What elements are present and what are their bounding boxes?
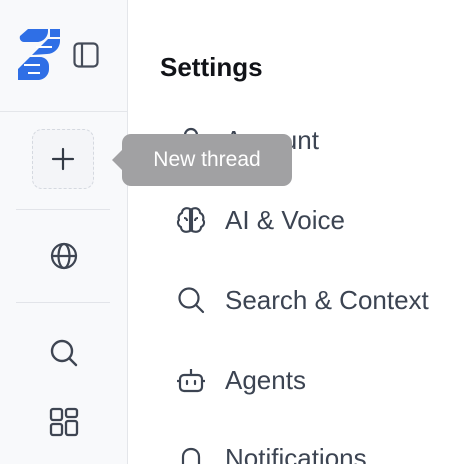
sidebar-toggle-button[interactable] [71, 40, 101, 70]
bell-icon [173, 440, 209, 464]
sidebar-header [0, 0, 127, 112]
globe-icon [50, 242, 78, 270]
settings-title: Settings [160, 52, 263, 82]
app-logo-icon[interactable] [14, 25, 64, 85]
grid-icon [49, 407, 79, 437]
search-icon [50, 339, 78, 367]
tooltip-label: New thread [153, 148, 261, 171]
brain-icon [173, 202, 209, 238]
search-icon [173, 282, 209, 318]
settings-item-label: Notifications [225, 442, 367, 464]
bot-icon [173, 362, 209, 398]
search-button[interactable] [44, 333, 84, 373]
sidebar [0, 0, 128, 464]
sidebar-divider [16, 209, 110, 210]
sidebar-panel-icon [73, 42, 99, 68]
discover-button[interactable] [44, 236, 84, 276]
settings-item-label: Agents [225, 364, 306, 395]
settings-item-label: AI & Voice [225, 204, 345, 235]
settings-item-label: Search & Context [225, 284, 429, 315]
settings-item-notifications[interactable]: Notifications [173, 436, 367, 464]
settings-item-ai-voice[interactable]: AI & Voice [173, 198, 345, 242]
settings-item-agents[interactable]: Agents [173, 358, 306, 402]
new-thread-tooltip: New thread [112, 134, 292, 186]
tooltip-arrow [112, 150, 122, 170]
new-thread-button[interactable] [32, 129, 94, 189]
sidebar-divider [16, 302, 110, 303]
settings-item-search-context[interactable]: Search & Context [173, 278, 429, 322]
plus-icon [51, 147, 75, 171]
app-window: New thread Settings Account AI & Voice [0, 0, 464, 464]
apps-button[interactable] [44, 402, 84, 442]
